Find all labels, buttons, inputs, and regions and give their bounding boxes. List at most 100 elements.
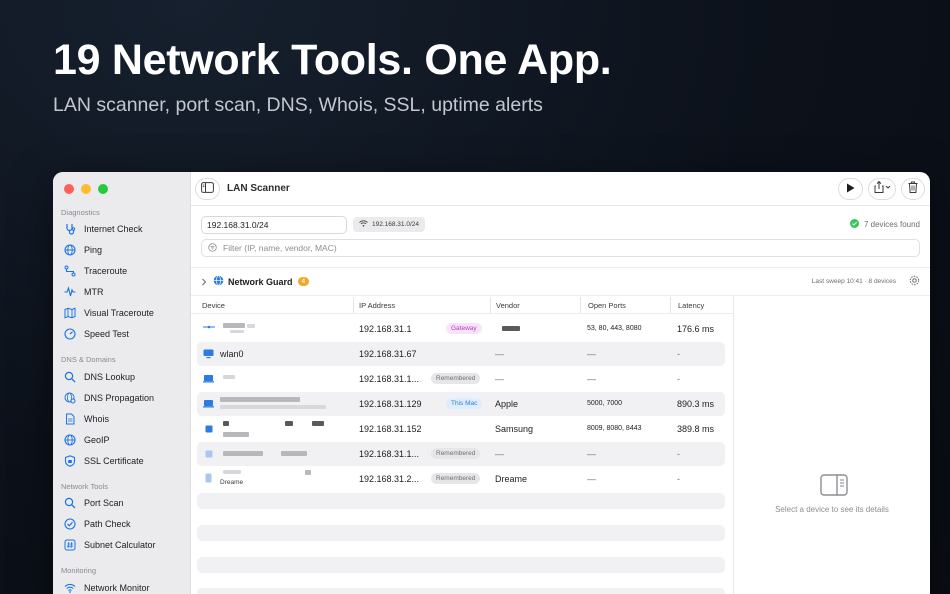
sidebar-item-label: Subnet Calculator [84, 540, 156, 550]
sidebar-item-geoip[interactable]: GeoIP [63, 431, 185, 449]
filter-field[interactable]: Filter (IP, name, vendor, MAC) [201, 239, 920, 257]
column-vendor[interactable]: Vendor [496, 301, 520, 310]
remembered-tag: Remembered [431, 473, 481, 484]
column-ip-address[interactable]: IP Address [359, 301, 395, 310]
globe-search-icon [63, 391, 77, 405]
devices-found-label: 7 devices found [863, 220, 920, 229]
wifi-icon [359, 220, 368, 229]
sidebar-item-label: Path Check [84, 519, 131, 529]
latency-cell: - [677, 349, 680, 359]
sidebar-item-subnet-calculator[interactable]: Subnet Calculator [63, 536, 185, 554]
ports-cell: — [587, 349, 596, 359]
search-icon [63, 370, 77, 384]
ip-cell: 192.168.31.67 [359, 349, 417, 359]
empty-row [197, 493, 725, 509]
table-row[interactable]: Dreame 192.168.31.2... Remembered Dreame… [197, 467, 725, 491]
ports-cell: 5000, 7000 [587, 400, 623, 407]
stethoscope-icon [63, 222, 77, 236]
table-row[interactable]: wlan0 192.168.31.67 — — - [197, 342, 725, 366]
toolbar: LAN Scanner [191, 172, 930, 206]
filter-icon [208, 242, 217, 254]
hero-subtitle: LAN scanner, port scan, DNS, Whois, SSL,… [53, 94, 543, 116]
latency-cell: 389.8 ms [677, 424, 715, 434]
column-device[interactable]: Device [202, 301, 225, 310]
sidebar-section-dns: DNS & Domains [61, 355, 116, 364]
trash-icon [908, 180, 918, 198]
ports-cell: — [587, 374, 596, 384]
ip-cell: 192.168.31.129 [359, 399, 422, 409]
sidebar-section-diagnostics: Diagnostics [61, 208, 100, 217]
sidebar-item-label: Port Scan [84, 498, 124, 508]
check-circle-icon [849, 219, 859, 230]
sidebar-item-visual-traceroute[interactable]: Visual Traceroute [63, 304, 185, 322]
delete-button[interactable] [901, 178, 925, 200]
zoom-window-button[interactable] [98, 184, 108, 194]
chevron-right-icon[interactable] [201, 273, 207, 291]
latency-cell: - [677, 374, 680, 384]
sidebar-item-label: MTR [84, 287, 104, 297]
filter-placeholder: Filter (IP, name, vendor, MAC) [223, 243, 337, 253]
sidebar-section-network-tools: Network Tools [61, 482, 108, 491]
table-row[interactable]: 192.168.31.1... Remembered — — - [197, 442, 725, 466]
close-window-button[interactable] [64, 184, 74, 194]
router-icon [203, 323, 215, 334]
wifi-icon [63, 581, 77, 594]
hero-title: 19 Network Tools. One App. [53, 36, 612, 84]
sidebar-item-path-check[interactable]: Path Check [63, 515, 185, 533]
sidebar-item-ping[interactable]: Ping [63, 241, 185, 259]
column-open-ports[interactable]: Open Ports [588, 301, 626, 310]
run-scan-button[interactable] [838, 178, 863, 200]
sidebar-item-traceroute[interactable]: Traceroute [63, 262, 185, 280]
sidebar-item-internet-check[interactable]: Internet Check [63, 220, 185, 238]
sidebar-section-monitoring: Monitoring [61, 566, 97, 575]
table-row[interactable]: 192.168.31.1... Remembered — — - [197, 367, 725, 391]
table-row[interactable]: 192.168.31.152 Samsung 8009, 8080, 8443 … [197, 417, 725, 441]
latency-cell: 890.3 ms [677, 399, 715, 409]
ports-cell: — [587, 449, 596, 459]
globe-icon [63, 243, 77, 257]
gear-icon[interactable] [909, 273, 920, 291]
window-controls [64, 184, 108, 194]
column-latency[interactable]: Latency [678, 301, 704, 310]
shield-globe-icon [213, 273, 224, 291]
ip-cell: 192.168.31.1... [359, 449, 420, 459]
laptop-icon [203, 374, 214, 385]
laptop-icon [203, 399, 214, 410]
sidebar-item-label: Ping [84, 245, 103, 255]
window-title: LAN Scanner [227, 183, 290, 194]
sidebar-item-mtr[interactable]: MTR [63, 283, 185, 301]
sidebar-item-label: Whois [84, 414, 110, 424]
sidebar-item-speed-test[interactable]: Speed Test [63, 325, 185, 343]
table-row[interactable]: 192.168.31.129 This Mac Apple 5000, 7000… [197, 392, 725, 416]
interface-picker[interactable]: 192.168.31.0/24 [353, 217, 425, 232]
vendor-cell: — [495, 374, 504, 384]
share-button[interactable] [868, 178, 896, 200]
subnet-input[interactable]: 192.168.31.0/24 [201, 216, 347, 234]
phone-icon [205, 473, 212, 485]
sidebar-item-label: Visual Traceroute [84, 308, 154, 318]
minimize-window-button[interactable] [81, 184, 91, 194]
sidebar-item-dns-propagation[interactable]: DNS Propagation [63, 389, 185, 407]
checkmark-circle-icon [63, 517, 77, 531]
sidebar-item-dns-lookup[interactable]: DNS Lookup [63, 368, 185, 386]
sidebar-toggle-icon [201, 180, 214, 198]
ip-cell: 192.168.31.152 [359, 424, 422, 434]
empty-row [197, 525, 725, 541]
vendor-cell: Dreame [495, 474, 528, 484]
sidebar-item-label: GeoIP [84, 435, 110, 445]
sidebar-item-label: Internet Check [84, 224, 143, 234]
sidebar-item-network-monitor[interactable]: Network Monitor [63, 579, 185, 594]
network-guard-bar[interactable]: Network Guard 4 Last sweep 10:41 · 8 dev… [191, 267, 930, 296]
ports-cell: — [587, 474, 596, 484]
empty-row [197, 557, 725, 573]
sidebar-item-label: Traceroute [84, 266, 128, 276]
sidebar-item-port-scan[interactable]: Port Scan [63, 494, 185, 512]
waveform-icon [63, 285, 77, 299]
sidebar-item-ssl-certificate[interactable]: SSL Certificate [63, 452, 185, 470]
table-row[interactable]: 192.168.31.1 Gateway 53, 80, 443, 8080 1… [197, 317, 725, 341]
play-icon [846, 180, 855, 198]
ip-cell: 192.168.31.2... [359, 474, 420, 484]
table-header: Device IP Address Vendor Open Ports Late… [191, 296, 733, 314]
sidebar-item-whois[interactable]: Whois [63, 410, 185, 428]
sidebar-toggle-button[interactable] [195, 178, 220, 200]
